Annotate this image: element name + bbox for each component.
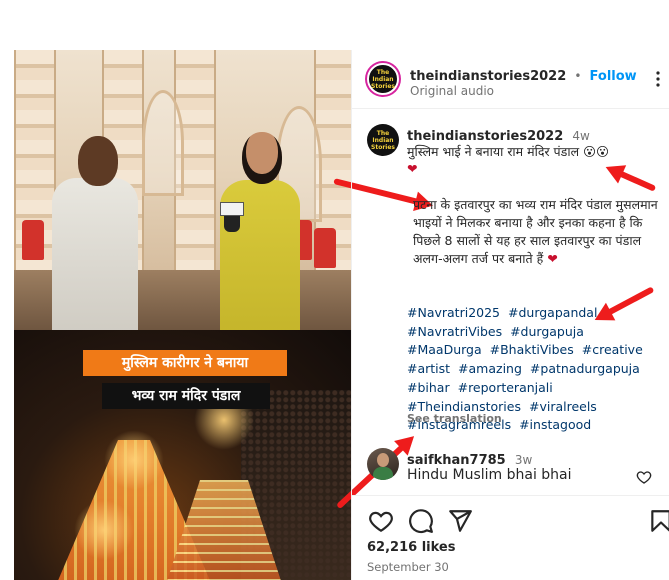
caption-body: पटना के इतवारपुर का भव्य राम मंदिर पंडाल… [413,196,661,268]
see-translation-link[interactable]: See translation [407,412,502,425]
post-header: The Indian Stories theindianstories2022 … [352,50,669,109]
hashtag-link[interactable]: #instagood [519,417,591,432]
red-chair [314,228,336,268]
comment-icon[interactable] [408,508,434,534]
comment-text: Hindu Muslim bhai bhai [407,467,572,483]
caption-header: theindianstories2022 4w [407,125,590,144]
caption-body-text: पटना के इतवारपुर का भव्य राम मंदिर पंडाल… [413,197,658,266]
caption-first-line: मुस्लिम भाई ने बनाया राम मंदिर पंडाल 😮😮 [407,143,659,161]
microphone-flag [220,202,244,216]
light-glow [74,500,134,560]
hashtag-link[interactable]: #BhaktiVibes [490,342,574,357]
hashtag-link[interactable]: #creative [582,342,643,357]
hashtag-link[interactable]: #MaaDurga [407,342,482,357]
heart-emoji: ❤ [407,161,418,176]
hashtag-link[interactable]: #durgapuja [510,324,584,339]
caption-age: 4w [572,129,590,143]
hashtag-link[interactable]: #amazing [458,361,522,376]
red-chair [22,220,44,260]
avatar-label: The Indian Stories [371,129,395,151]
comment-header: saifkhan7785 3w [407,449,532,468]
comment-age: 3w [514,453,533,467]
avatar-label: The Indian Stories [371,68,395,90]
author-avatar[interactable]: The Indian Stories [367,63,399,95]
post-date: September 30 [367,560,449,574]
post-page: मुस्लिम कारीगर ने बनाया भव्य राम मंदिर प… [0,0,669,580]
more-options-icon[interactable] [650,70,664,88]
hashtag-link[interactable]: #viralreels [529,399,597,414]
header-title-row: theindianstories2022 • Follow [410,65,637,84]
hashtag-link[interactable]: #bihar [407,380,450,395]
share-icon[interactable] [447,508,473,534]
reporter-head [242,132,282,184]
hashtag-link[interactable]: #reporteranjali [458,380,553,395]
heart-emoji: ❤ [547,251,558,266]
caption-author-avatar[interactable]: The Indian Stories [367,124,399,156]
separator-dot: • [574,69,582,83]
hashtag-link[interactable]: #artist [407,361,450,376]
heart-icon[interactable] [368,508,394,534]
commenter-avatar[interactable] [367,448,399,480]
caption-title-text: मुस्लिम भाई ने बनाया राम मंदिर पंडाल 😮😮 [407,144,610,159]
man-head [78,136,118,186]
light-glow [104,430,164,490]
video-banner-line2: भव्य राम मंदिर पंडाल [102,383,270,409]
hashtag-link[interactable]: #durgapandal [508,305,597,320]
post-video[interactable]: मुस्लिम कारीगर ने बनाया भव्य राम मंदिर प… [14,50,351,580]
author-username[interactable]: theindianstories2022 [410,69,566,84]
video-top-scene [14,50,351,330]
bookmark-icon[interactable] [648,508,669,534]
hashtag-link[interactable]: #NavratriVibes [407,324,502,339]
like-count[interactable]: 62,216 likes [367,540,455,555]
video-banner-line1: मुस्लिम कारीगर ने बनाया [83,350,287,376]
caption-author-username[interactable]: theindianstories2022 [407,129,563,144]
arch [142,90,184,196]
man-figure [52,178,138,330]
follow-button[interactable]: Follow [590,69,637,84]
hashtag-link[interactable]: #Navratri2025 [407,305,500,320]
comment-like-icon[interactable] [636,469,652,485]
commenter-username[interactable]: saifkhan7785 [407,453,506,468]
audio-label[interactable]: Original audio [410,84,494,98]
hashtag-link[interactable]: #patnadurgapuja [530,361,640,376]
